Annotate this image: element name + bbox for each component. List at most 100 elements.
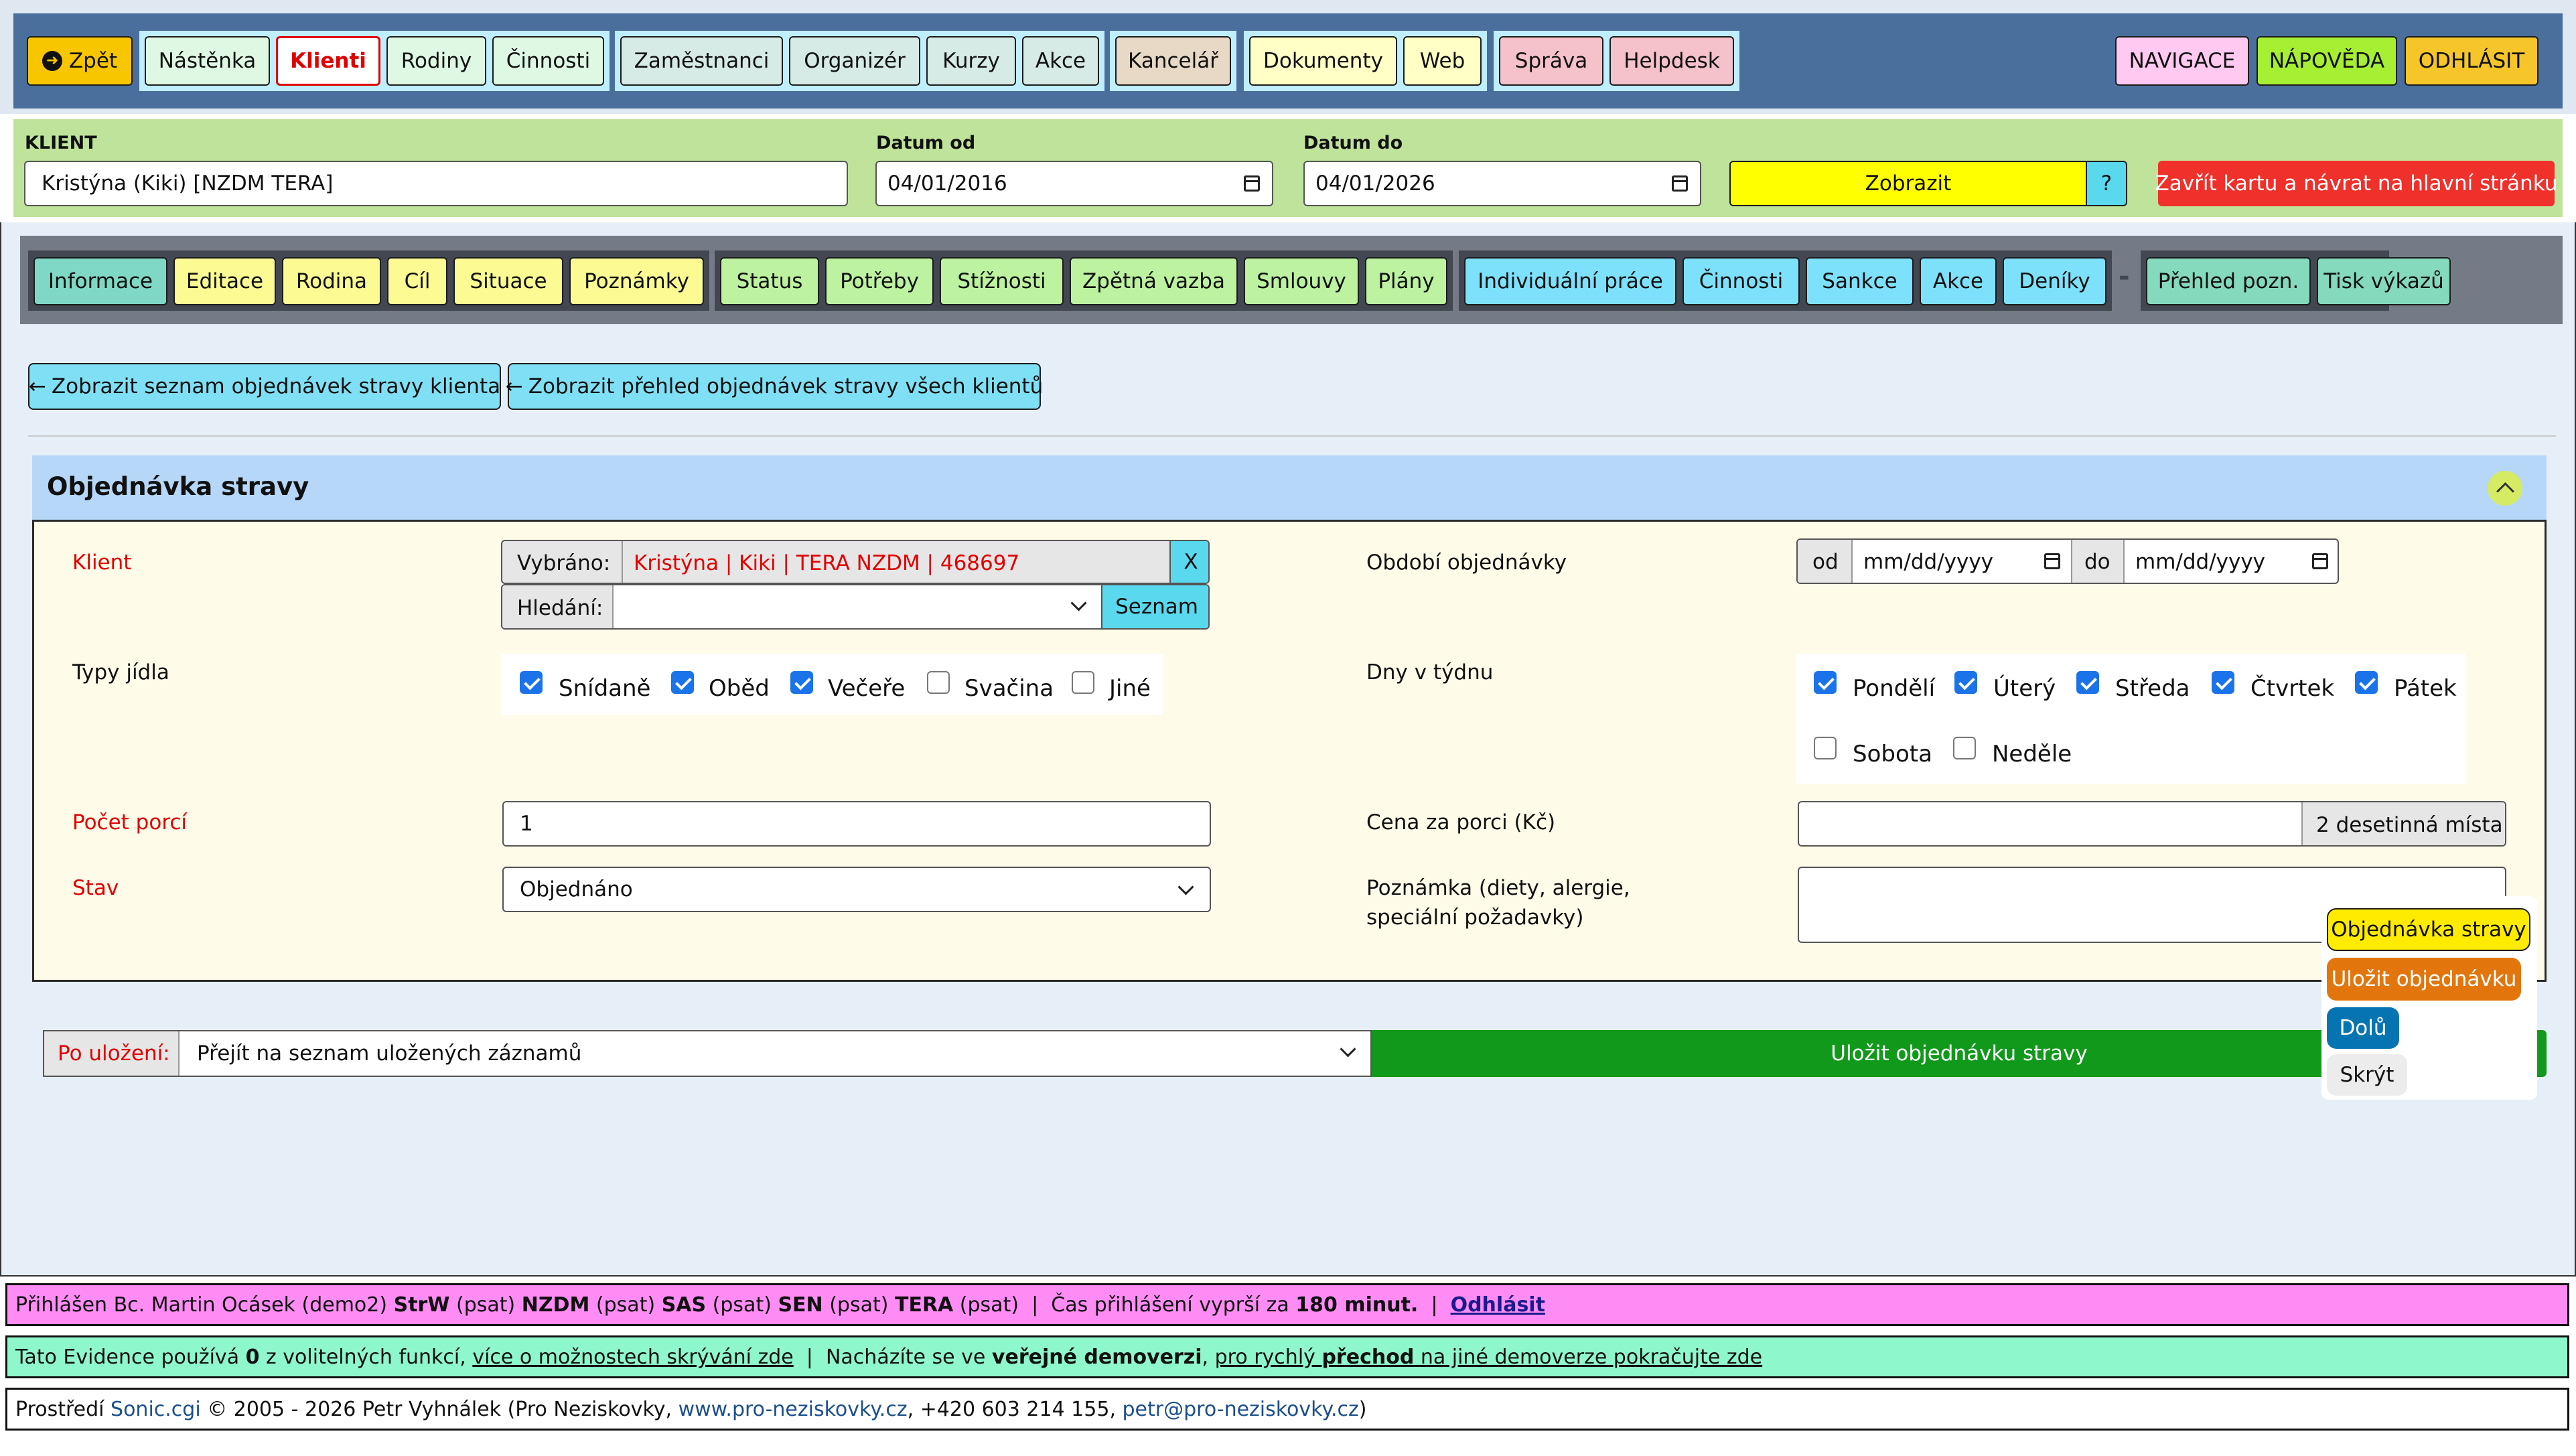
floating-title-button[interactable]: Objednávka stravy — [2327, 908, 2530, 951]
day-patek-checkbox[interactable] — [2355, 671, 2378, 694]
subnav-potreby[interactable]: Potřeby — [825, 257, 934, 305]
meal-jine-checkbox[interactable] — [1072, 671, 1094, 694]
email-link[interactable]: petr@pro-neziskovky.cz — [1123, 1398, 1359, 1421]
client-field-label: Klient — [72, 551, 132, 575]
subnav-separator: - — [2119, 261, 2130, 292]
calendar-icon[interactable] — [1244, 175, 1260, 192]
subnav-tisk-vykazu[interactable]: Tisk výkazů — [2317, 257, 2451, 305]
day-streda-checkbox[interactable] — [2076, 671, 2099, 694]
status-select[interactable]: Objednáno — [502, 867, 1211, 912]
subnav-informace[interactable]: Informace — [33, 257, 167, 305]
period-range: od mm/dd/yyyy do mm/dd/yyyy — [1796, 538, 2339, 584]
web-link[interactable]: www.pro-neziskovky.cz — [678, 1398, 908, 1421]
date-from-field[interactable]: 04/01/2016 — [875, 161, 1273, 206]
subnav-poznamky[interactable]: Poznámky — [569, 257, 704, 305]
day-streda-label: Středa — [2115, 675, 2190, 702]
nav-cinnosti[interactable]: Činnosti — [492, 36, 604, 86]
all-orders-link-button[interactable]: ← Zobrazit přehled objednávek stravy vše… — [505, 363, 1043, 410]
nav-kancelar[interactable]: Kancelář — [1115, 36, 1231, 86]
after-save-label: Po uložení: — [58, 1041, 170, 1066]
nav-kurzy[interactable]: Kurzy — [926, 36, 1016, 86]
day-utery-label: Úterý — [1993, 675, 2056, 702]
subnav-rodina[interactable]: Rodina — [282, 257, 381, 305]
day-sobota-checkbox[interactable] — [1814, 737, 1837, 759]
subnav-individualni-prace[interactable]: Individuální práce — [1464, 257, 1676, 305]
floating-down-button[interactable]: Dolů — [2327, 1007, 2399, 1049]
day-utery-checkbox[interactable] — [1954, 671, 1977, 694]
meal-obed-label: Oběd — [709, 675, 770, 702]
close-card-button[interactable]: Zavřít kartu a návrat na hlavní stránku — [2155, 161, 2557, 206]
nav-nastenka[interactable]: Nástěnka — [145, 36, 270, 86]
nav-navigace-button[interactable]: NAVIGACE — [2115, 36, 2249, 86]
subnav-status[interactable]: Status — [720, 257, 819, 305]
calendar-icon[interactable] — [1672, 175, 1688, 192]
client-search: Hledání: Seznam — [501, 584, 1210, 630]
day-nedele-checkbox[interactable] — [1953, 737, 1976, 759]
after-save-select[interactable]: Přejít na seznam uložených záznamů — [181, 1031, 1370, 1076]
subnav-plany[interactable]: Plány — [1365, 257, 1447, 305]
price-input[interactable] — [1799, 802, 2301, 845]
period-to-date[interactable]: mm/dd/yyyy — [2126, 540, 2338, 583]
meal-svacina-checkbox[interactable] — [927, 671, 950, 694]
features-link[interactable]: více o možnostech skrývání zde — [472, 1345, 793, 1369]
collapse-icon[interactable] — [2488, 471, 2522, 506]
subnav-zpetna-vazba[interactable]: Zpětná vazba — [1070, 257, 1238, 305]
selected-client-value: Kristýna | Kiki | TERA NZDM | 468697 — [634, 551, 1020, 575]
logout-link[interactable]: Odhlásit — [1451, 1293, 1545, 1317]
chevron-down-icon — [1070, 595, 1087, 611]
date-to-field[interactable]: 04/01/2026 — [1303, 161, 1701, 206]
meal-snidane-label: Snídaně — [559, 675, 651, 702]
arrow-left-icon: ← — [505, 374, 523, 398]
period-from-date[interactable]: mm/dd/yyyy — [1854, 540, 2071, 583]
portions-input[interactable]: 1 — [502, 801, 1211, 847]
subnav-sankce[interactable]: Sankce — [1806, 257, 1914, 305]
nav-napoveda-button[interactable]: NÁPOVĚDA — [2257, 36, 2397, 86]
floating-save-button[interactable]: Uložit objednávku — [2327, 958, 2521, 1001]
back-button[interactable]: ➜ Zpět — [27, 36, 133, 86]
demo-switch-link[interactable]: pro rychlý přechod na jiné demoverze pok… — [1215, 1345, 1763, 1369]
floating-hide-button[interactable]: Skrýt — [2327, 1054, 2407, 1096]
form-title: Objednávka stravy — [47, 472, 309, 501]
subnav-stiznosti[interactable]: Stížnosti — [940, 257, 1064, 305]
date-from-label: Datum od — [876, 133, 976, 153]
subnav-prehled-pozn[interactable]: Přehled pozn. — [2146, 257, 2311, 305]
clear-selection-button[interactable]: X — [1169, 541, 1208, 583]
client-field[interactable]: Kristýna (Kiki) [NZDM TERA] — [24, 161, 848, 206]
subnav-cil[interactable]: Cíl — [387, 257, 447, 305]
sonic-link[interactable]: Sonic.cgi — [111, 1398, 201, 1421]
nav-zamestnanci[interactable]: Zaměstnanci — [620, 36, 783, 86]
nav-sprava[interactable]: Správa — [1499, 36, 1603, 86]
subnav-deniky[interactable]: Deníky — [2003, 257, 2106, 305]
client-search-select[interactable] — [615, 585, 1098, 628]
arrow-left-icon: ← — [28, 374, 46, 398]
meal-obed-checkbox[interactable] — [671, 671, 694, 694]
help-button[interactable]: ? — [2086, 161, 2127, 206]
client-orders-link-button[interactable]: ← Zobrazit seznam objednávek stravy klie… — [28, 363, 501, 410]
list-button[interactable]: Seznam — [1101, 585, 1208, 628]
subnav-cinnosti[interactable]: Činnosti — [1683, 257, 1800, 305]
calendar-icon[interactable] — [2044, 553, 2060, 569]
show-button[interactable]: Zobrazit — [1729, 161, 2087, 206]
meal-vecere-checkbox[interactable] — [790, 671, 813, 694]
chevron-down-icon — [1177, 879, 1194, 895]
nav-klienti[interactable]: Klienti — [276, 36, 380, 86]
form-header — [32, 455, 2547, 520]
nav-web[interactable]: Web — [1403, 36, 1482, 86]
subnav-editace[interactable]: Editace — [173, 257, 276, 305]
day-ctvrtek-checkbox[interactable] — [2212, 671, 2234, 694]
meal-snidane-checkbox[interactable] — [520, 671, 543, 694]
nav-organizer[interactable]: Organizér — [789, 36, 920, 86]
chevron-down-icon — [1340, 1041, 1356, 1058]
nav-rodiny[interactable]: Rodiny — [386, 36, 486, 86]
subnav-akce[interactable]: Akce — [1920, 257, 1997, 305]
day-pondeli-checkbox[interactable] — [1814, 671, 1837, 694]
nav-odhlasit-button[interactable]: ODHLÁSIT — [2405, 36, 2538, 86]
date-to-label: Datum do — [1303, 133, 1403, 153]
nav-helpdesk[interactable]: Helpdesk — [1609, 36, 1734, 86]
nav-dokumenty[interactable]: Dokumenty — [1249, 36, 1397, 86]
subnav-smlouvy[interactable]: Smlouvy — [1244, 257, 1359, 305]
subnav-situace[interactable]: Situace — [453, 257, 563, 305]
nav-akce[interactable]: Akce — [1022, 36, 1099, 86]
calendar-icon[interactable] — [2312, 553, 2328, 569]
meal-types-label: Typy jídla — [72, 660, 169, 684]
